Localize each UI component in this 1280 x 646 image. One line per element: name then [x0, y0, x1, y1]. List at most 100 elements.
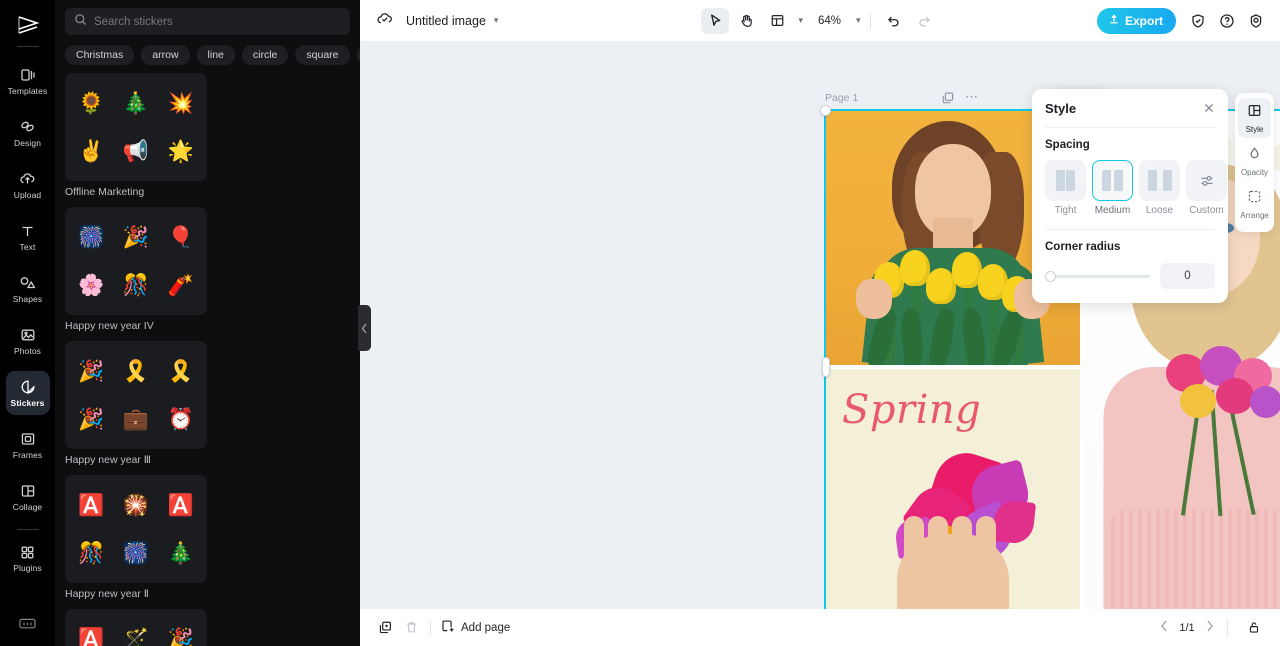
collage-cell-photo-spring-card-flowers[interactable]: Spring [826, 369, 1080, 609]
keyboard-shortcuts-button[interactable] [0, 616, 55, 636]
export-button[interactable]: Export [1096, 7, 1176, 34]
sticker-thumb[interactable]: 🎗️ [168, 361, 194, 382]
zoom-chevron-down-icon[interactable]: ▾ [856, 15, 861, 26]
layout-tool-button[interactable] [763, 8, 791, 34]
sticker-thumb[interactable]: 🎄 [123, 93, 149, 114]
sticker-thumb[interactable]: 💼 [123, 409, 149, 430]
sticker-category-card[interactable]: 🎆 🎉 🎈 🌸 🎊 🧨 Happy new year IV [65, 207, 207, 332]
collapse-panel-button[interactable] [358, 305, 371, 351]
sticker-category-card[interactable]: 🎉 🎗️ 🎗️ 🎉 💼 ⏰ Happy new year Ⅲ [65, 341, 207, 466]
resize-handle-top-left[interactable] [820, 105, 831, 116]
corner-radius-value[interactable]: 0 [1160, 263, 1215, 289]
sticker-thumb[interactable]: 🅰️ [168, 495, 194, 516]
document-title-chevron-down-icon[interactable]: ▾ [494, 15, 499, 26]
sidebar-item-templates[interactable]: Templates [6, 59, 50, 103]
spacing-option-label: Medium [1094, 205, 1131, 216]
zoom-level[interactable]: 64% [814, 15, 845, 27]
search-box[interactable] [65, 8, 350, 35]
sticker-thumb[interactable]: ⏰ [168, 409, 194, 430]
topbar-right-group: Export [1096, 7, 1268, 34]
settings-gear-icon[interactable] [1244, 9, 1268, 33]
more-options-icon[interactable]: ⋯ [965, 90, 978, 110]
sticker-thumb[interactable]: 🎆 [123, 543, 149, 564]
sticker-thumb[interactable]: 🅰️ [78, 629, 104, 646]
sticker-thumb[interactable]: 🎉 [168, 629, 194, 646]
sticker-thumb[interactable]: 🎄 [168, 543, 194, 564]
sticker-thumb[interactable]: ✌️ [78, 141, 104, 162]
sticker-thumb[interactable]: 🎇 [123, 495, 149, 516]
unlock-icon[interactable] [1241, 616, 1267, 640]
sticker-category-card[interactable]: 🌻 🎄 💥 ✌️ 📢 🌟 Offline Marketing [65, 73, 207, 198]
add-page-icon [440, 619, 455, 637]
sidebar-item-frames[interactable]: Frames [6, 423, 50, 467]
sidebar-item-stickers[interactable]: Stickers [5, 371, 50, 415]
duplicate-page-icon[interactable] [941, 91, 955, 110]
hand-tool-button[interactable] [732, 8, 760, 34]
export-upload-icon [1108, 13, 1120, 28]
tab-opacity[interactable]: Opacity [1238, 141, 1271, 181]
sidebar-item-collage[interactable]: Collage [6, 475, 50, 519]
sidebar-item-upload[interactable]: Upload [6, 163, 50, 207]
sticker-thumb[interactable]: 🎗️ [123, 361, 149, 382]
sticker-thumb[interactable]: 🎆 [78, 227, 104, 248]
select-tool-button[interactable] [701, 7, 730, 34]
capcut-logo-icon[interactable] [10, 10, 46, 40]
help-circle-icon[interactable] [1215, 9, 1239, 33]
tab-arrange[interactable]: Arrange [1238, 184, 1271, 224]
spacing-option-medium[interactable]: Medium [1092, 160, 1133, 216]
chip-square[interactable]: square [295, 45, 350, 65]
sticker-thumb[interactable]: 🅰️ [78, 495, 104, 516]
sticker-thumb[interactable]: 🌸 [78, 275, 104, 296]
delete-page-button[interactable] [398, 616, 424, 640]
undo-button[interactable] [880, 8, 908, 34]
sticker-thumb[interactable]: 🌟 [168, 141, 194, 162]
sticker-thumb[interactable]: 💥 [168, 93, 194, 114]
sidebar-label: Collage [12, 501, 43, 512]
tab-label: Arrange [1240, 211, 1269, 220]
resize-handle-middle-left[interactable] [822, 356, 830, 377]
next-page-button[interactable] [1206, 620, 1214, 635]
design-icon [19, 119, 36, 136]
spacing-option-loose[interactable]: Loose [1139, 160, 1180, 216]
sidebar-item-text[interactable]: Text [6, 215, 50, 259]
spacing-option-tight[interactable]: Tight [1045, 160, 1086, 216]
sidebar-item-photos[interactable]: Photos [6, 319, 50, 363]
sticker-thumb[interactable]: 🎉 [78, 409, 104, 430]
sidebar-item-shapes[interactable]: Shapes [6, 267, 50, 311]
canvas-area[interactable]: Page 1 ⋯ ⋯ [360, 41, 1280, 609]
sticker-thumb[interactable]: 🧨 [168, 275, 194, 296]
search-input[interactable] [94, 15, 341, 28]
document-title[interactable]: Untitled image [406, 14, 486, 28]
tab-style[interactable]: Style [1238, 98, 1271, 138]
sticker-thumb[interactable]: 🪄 [123, 629, 149, 646]
sticker-thumb[interactable]: 🎉 [78, 361, 104, 382]
redo-button[interactable] [911, 8, 939, 34]
sticker-thumb[interactable]: 📢 [123, 141, 149, 162]
sticker-category-card[interactable]: 🅰️🪄🎉🧨💡📅Happy new year Ⅰ [65, 609, 207, 646]
sticker-thumb[interactable]: 🎉 [123, 227, 149, 248]
chip-christmas[interactable]: Christmas [65, 45, 135, 65]
chip-circle[interactable]: circle [241, 45, 289, 65]
sticker-category-card[interactable]: 🅰️ 🎇 🅰️ 🎊 🎆 🎄 Happy new year Ⅱ [65, 475, 207, 600]
sticker-thumb[interactable]: 🎊 [78, 543, 104, 564]
chip-line[interactable]: line [196, 45, 235, 65]
close-icon[interactable] [1203, 102, 1215, 116]
duplicate-page-button[interactable] [372, 616, 398, 640]
prev-page-button[interactable] [1160, 620, 1168, 635]
sticker-thumb[interactable]: 🌻 [78, 93, 104, 114]
corner-radius-slider-knob[interactable] [1045, 270, 1056, 282]
add-page-button[interactable]: Add page [440, 619, 510, 637]
chip-bu[interactable]: bu [356, 45, 360, 65]
chip-arrow[interactable]: arrow [141, 45, 190, 65]
corner-radius-slider[interactable] [1045, 270, 1150, 282]
sticker-thumb[interactable]: 🎊 [123, 275, 149, 296]
spacing-option-custom[interactable]: Custom [1186, 160, 1227, 216]
sticker-thumb[interactable]: 🎈 [168, 227, 194, 248]
sidebar-item-design[interactable]: Design [6, 111, 50, 155]
bottom-divider-2 [1227, 619, 1228, 636]
cloud-saved-icon[interactable] [376, 11, 395, 31]
sticker-preview-grid: 🅰️🪄🎉🧨💡📅 [65, 609, 207, 646]
layout-chevron-down-icon[interactable]: ▾ [798, 15, 803, 26]
shield-check-icon[interactable] [1186, 9, 1210, 33]
sidebar-item-plugins[interactable]: Plugins [6, 536, 50, 580]
